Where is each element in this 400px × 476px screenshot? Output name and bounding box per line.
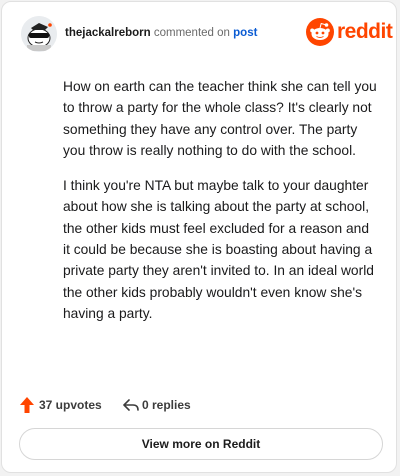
reply-count: 0 replies bbox=[142, 398, 191, 412]
user-avatar[interactable] bbox=[21, 16, 57, 52]
header-text: thejackalreborn commented on post bbox=[65, 27, 257, 39]
reddit-snoo-icon bbox=[306, 18, 334, 46]
upvote-arrow-icon bbox=[20, 397, 34, 413]
action-text: commented on bbox=[153, 27, 230, 39]
comment-footer: 37 upvotes 0 replies bbox=[19, 396, 379, 414]
post-link[interactable]: post bbox=[233, 27, 257, 39]
comment-paragraph-1: How on earth can the teacher think she c… bbox=[63, 79, 377, 158]
reply-button[interactable]: 0 replies bbox=[122, 396, 202, 414]
reply-arrow-icon bbox=[123, 399, 139, 411]
upvote-count: 37 upvotes bbox=[39, 398, 102, 412]
comment-header: thejackalreborn commented on post reddit bbox=[21, 16, 393, 56]
reddit-logo[interactable]: reddit bbox=[306, 18, 393, 46]
view-more-button[interactable]: View more on Reddit bbox=[19, 428, 383, 460]
snoo-avatar-icon bbox=[21, 16, 57, 52]
comment-card: thejackalreborn commented on post reddit… bbox=[1, 1, 397, 473]
username[interactable]: thejackalreborn bbox=[65, 27, 151, 39]
comment-paragraph-2: I think you're NTA but maybe talk to you… bbox=[63, 178, 374, 321]
brand-name: reddit bbox=[337, 20, 393, 43]
comment-body: How on earth can the teacher think she c… bbox=[63, 76, 379, 338]
upvote-button[interactable]: 37 upvotes bbox=[19, 396, 109, 414]
